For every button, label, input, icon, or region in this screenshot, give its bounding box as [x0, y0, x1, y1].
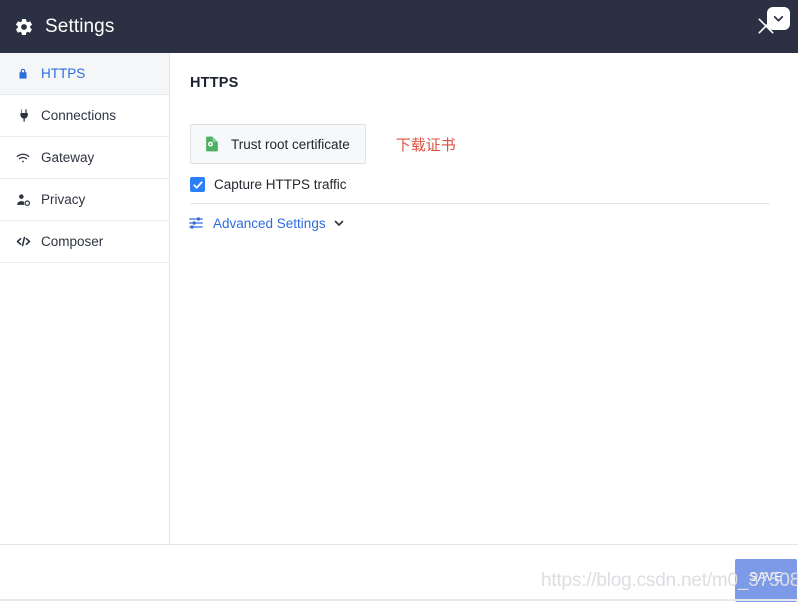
sidebar-item-label: Composer: [41, 234, 104, 249]
capture-https-traffic-label: Capture HTTPS traffic: [214, 177, 347, 192]
sidebar-item-label: Gateway: [41, 150, 95, 165]
sidebar-item-https[interactable]: HTTPS: [0, 53, 169, 95]
trust-root-certificate-button[interactable]: Trust root certificate: [190, 124, 366, 164]
capture-https-traffic-checkbox[interactable]: [190, 177, 205, 192]
lock-icon: [14, 65, 32, 83]
chevron-down-icon[interactable]: [767, 7, 790, 30]
gear-icon: [14, 17, 34, 37]
advanced-settings-toggle[interactable]: Advanced Settings: [188, 215, 345, 231]
section-divider: [190, 203, 770, 204]
sidebar-item-label: Connections: [41, 108, 117, 123]
sidebar-item-privacy[interactable]: Privacy: [0, 179, 169, 221]
certificate-icon: [203, 135, 221, 153]
sidebar-item-label: Privacy: [41, 192, 86, 207]
settings-panel: HTTPS Trust root certificate 下载证书 Captur…: [171, 53, 798, 544]
person-gear-icon: [14, 191, 32, 209]
plug-icon: [14, 107, 32, 125]
sliders-icon: [188, 215, 204, 231]
capture-https-traffic-checkbox-row[interactable]: Capture HTTPS traffic: [190, 177, 347, 192]
download-certificate-annotation: 下载证书: [395, 135, 456, 154]
save-button[interactable]: SAVE: [735, 559, 797, 602]
code-icon: [14, 233, 32, 251]
certificate-row: Trust root certificate 下载证书: [190, 124, 456, 164]
sidebar-item-connections[interactable]: Connections: [0, 95, 169, 137]
title-bar: Settings: [0, 0, 798, 53]
wifi-icon: [14, 149, 32, 167]
sidebar-item-label: HTTPS: [41, 66, 86, 81]
page-title: HTTPS: [190, 75, 239, 91]
advanced-settings-label: Advanced Settings: [213, 215, 326, 231]
sidebar-item-composer[interactable]: Composer: [0, 221, 169, 263]
chevron-down-icon[interactable]: [333, 217, 345, 229]
sidebar: HTTPS Connections Gateway Privacy Compos…: [0, 53, 170, 544]
sidebar-item-gateway[interactable]: Gateway: [0, 137, 169, 179]
trust-root-certificate-label: Trust root certificate: [231, 136, 350, 152]
footer-bar: SAVE: [0, 544, 798, 602]
app-title: Settings: [45, 15, 115, 37]
